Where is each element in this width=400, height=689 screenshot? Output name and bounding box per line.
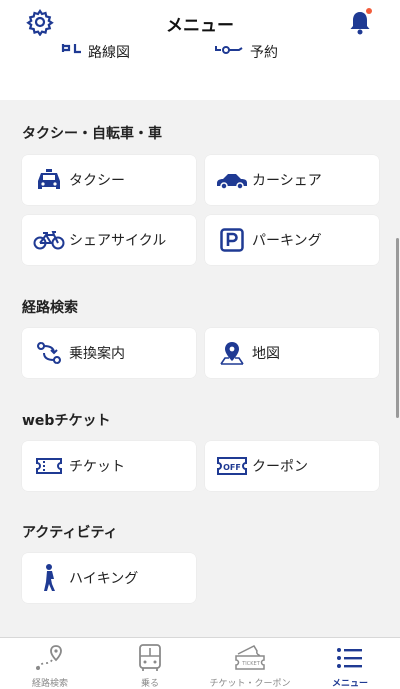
svg-text:TICKET: TICKET bbox=[241, 661, 260, 667]
route-map-label: 路線図 bbox=[88, 45, 130, 61]
coupon-label: クーポン bbox=[252, 459, 308, 475]
menu-card-map[interactable]: 地図 bbox=[205, 328, 379, 378]
section-title-web-ticket: webチケット bbox=[22, 413, 111, 429]
tab-label: メニュー bbox=[331, 679, 368, 689]
taxi-icon bbox=[32, 167, 66, 193]
parking-label: パーキング bbox=[252, 233, 322, 249]
map-label: 地図 bbox=[252, 346, 280, 362]
map-pin-icon bbox=[215, 340, 249, 366]
tab-menu[interactable]: メニュー bbox=[300, 638, 400, 689]
menu-card-ticket[interactable]: チケット bbox=[22, 441, 196, 491]
notification-badge bbox=[366, 8, 372, 14]
menu-card-hiking[interactable]: ハイキング bbox=[22, 553, 196, 603]
route-map-icon bbox=[61, 44, 81, 54]
menu-card-taxi[interactable]: タクシー bbox=[22, 155, 196, 205]
share-cycle-label: シェアサイクル bbox=[69, 233, 167, 249]
reservation-label: 予約 bbox=[250, 45, 278, 61]
menu-card-coupon[interactable]: OFF クーポン bbox=[205, 441, 379, 491]
notification-bell-icon[interactable] bbox=[346, 8, 374, 36]
ticket-icon: TICKET bbox=[234, 644, 266, 672]
hiking-person-icon bbox=[32, 564, 66, 591]
tab-label: チケット・クーポン bbox=[209, 679, 291, 689]
tab-route-search[interactable]: 経路検索 bbox=[0, 638, 100, 689]
menu-card-transit[interactable]: 乗換案内 bbox=[22, 328, 196, 378]
transit-label: 乗換案内 bbox=[69, 346, 125, 362]
menu-card-car-share[interactable]: カーシェア bbox=[205, 155, 379, 205]
tab-label: 乗る bbox=[140, 679, 159, 689]
bottom-tab-bar: 経路検索 乗る TICKET チケット・クーポン メニュー bbox=[0, 637, 400, 689]
section-title-route-search: 経路検索 bbox=[22, 300, 78, 316]
ticket-label: チケット bbox=[69, 459, 125, 475]
scrolled-menu-strip: 路線図 予約 bbox=[0, 44, 400, 100]
menu-card-share-cycle[interactable]: シェアサイクル bbox=[22, 215, 196, 265]
car-share-label: カーシェア bbox=[252, 173, 322, 189]
menu-list-icon bbox=[334, 644, 366, 672]
section-title-activity: アクティビティ bbox=[22, 525, 118, 541]
route-search-icon bbox=[34, 644, 66, 672]
svg-text:OFF: OFF bbox=[223, 463, 241, 472]
car-icon bbox=[215, 167, 249, 193]
tab-ride[interactable]: 乗る bbox=[100, 638, 200, 689]
bicycle-icon bbox=[32, 227, 66, 253]
bus-icon bbox=[134, 644, 166, 672]
tab-ticket-coupon[interactable]: TICKET チケット・クーポン bbox=[200, 638, 300, 689]
route-map-item[interactable]: 路線図 bbox=[60, 44, 130, 64]
reservation-icon bbox=[215, 46, 243, 54]
parking-icon bbox=[215, 227, 249, 253]
ticket-icon bbox=[32, 453, 66, 479]
hiking-label: ハイキング bbox=[69, 571, 139, 587]
coupon-off-icon: OFF bbox=[215, 453, 249, 479]
tab-label: 経路検索 bbox=[31, 679, 68, 689]
taxi-label: タクシー bbox=[69, 173, 125, 189]
app-header: メニュー bbox=[0, 0, 400, 44]
menu-card-parking[interactable]: パーキング bbox=[205, 215, 379, 265]
section-title-taxi-bike-car: タクシー・自転車・車 bbox=[22, 126, 162, 142]
scrollbar[interactable] bbox=[396, 238, 399, 418]
page-title: メニュー bbox=[166, 16, 234, 36]
reservation-item[interactable]: 予約 bbox=[214, 44, 278, 64]
transfer-icon bbox=[32, 340, 66, 366]
